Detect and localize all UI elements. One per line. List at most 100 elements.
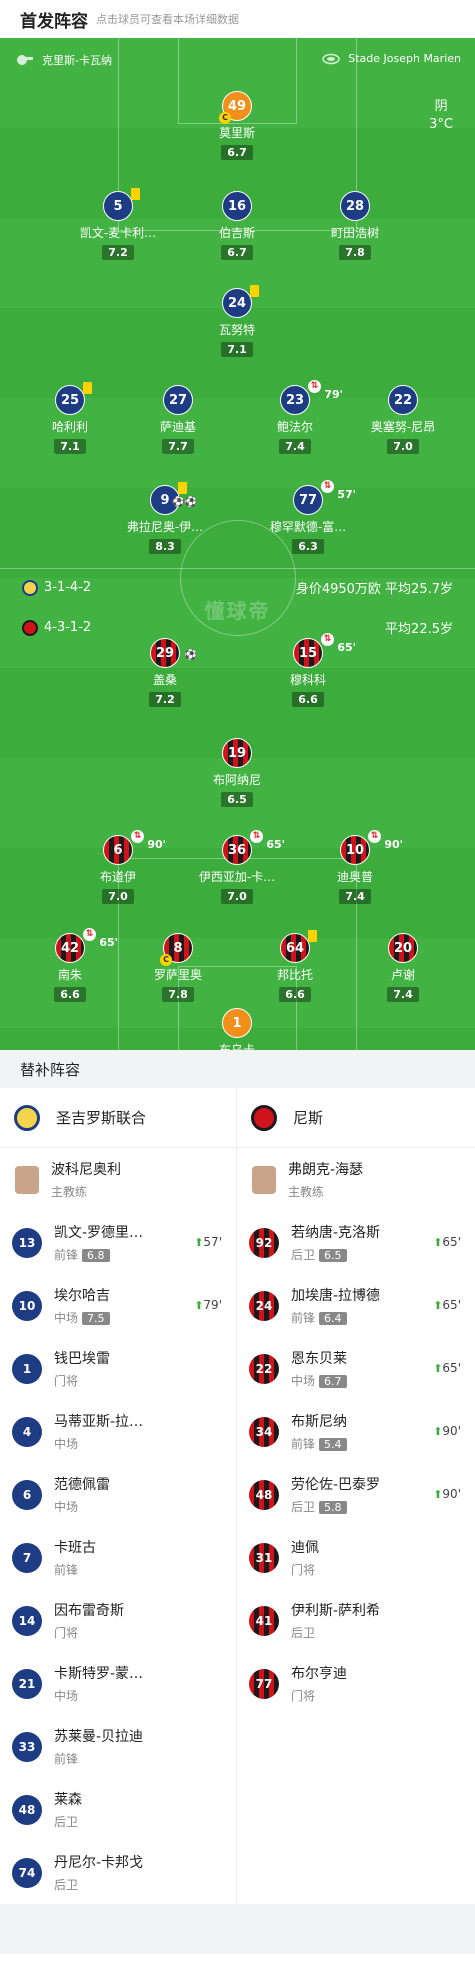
- player-home-28[interactable]: 28 町田浩树 7.8: [300, 191, 410, 260]
- player-rating: 7.1: [54, 439, 86, 454]
- sub-player-info: 布尔亨迪 门将: [291, 1663, 463, 1704]
- player-away-6[interactable]: 6 ⇅ 90' 布道伊 7.0: [63, 830, 173, 904]
- away-subs-team-row[interactable]: 尼斯: [237, 1088, 475, 1148]
- sub-player-row[interactable]: 77 布尔亨迪 门将: [237, 1652, 475, 1715]
- player-number: 29: [155, 646, 175, 661]
- player-home-24[interactable]: 24 瓦努特 7.1: [182, 285, 292, 357]
- sub-in-minute: ⬆65': [433, 1361, 461, 1375]
- yellow-card-icon: [131, 188, 140, 200]
- sub-in-minute: ⬆79': [194, 1298, 222, 1312]
- player-home-23[interactable]: 23 ⇅ 79' 鲍法尔 7.4: [240, 380, 350, 454]
- sub-number-badge: 34: [249, 1416, 279, 1447]
- sub-player-row[interactable]: 6 范德佩雷 中场: [0, 1463, 236, 1526]
- sub-player-row[interactable]: 74 丹尼尔-卡邦戈 后卫: [0, 1841, 236, 1904]
- player-name: 布乌卡: [218, 1043, 255, 1050]
- player-rating: 6.7: [221, 245, 253, 260]
- sub-player-row[interactable]: 34 布斯尼纳 前锋 5.4 ⬆90': [237, 1400, 475, 1463]
- sub-player-row[interactable]: 41 伊利斯-萨利希 后卫: [237, 1589, 475, 1652]
- player-away-42[interactable]: 42 ⇅ 65' 南朱 6.6: [15, 928, 125, 1002]
- sub-player-position: 中场: [54, 1437, 79, 1451]
- away-coach-name: 弗朗克-海瑟: [288, 1162, 364, 1178]
- player-number: 23: [285, 393, 305, 408]
- player-number-badge: 1: [222, 1008, 252, 1038]
- player-home-9[interactable]: 9 ⚽⚽ 弗拉尼奥-伊… 8.3: [110, 482, 220, 554]
- sub-player-row[interactable]: 48 劳伦佐-巴泰罗 后卫 5.8 ⬆90': [237, 1463, 475, 1526]
- sub-player-row[interactable]: 31 迪佩 门将: [237, 1526, 475, 1589]
- yellow-card-icon: [83, 382, 92, 394]
- sub-player-position-line: 后卫: [54, 1813, 224, 1830]
- player-number-badge: 9 ⚽⚽: [150, 482, 197, 515]
- sub-player-row[interactable]: 4 马蒂亚斯-拉… 中场: [0, 1400, 236, 1463]
- sub-player-name: 丹尼尔-卡邦戈: [54, 1855, 144, 1871]
- sub-player-row[interactable]: 21 卡斯特罗-蒙… 中场: [0, 1652, 236, 1715]
- player-away-19[interactable]: 19 布阿纳尼 6.5: [182, 738, 292, 807]
- player-number: 24: [227, 296, 247, 311]
- home-subs-team-row[interactable]: 圣吉罗斯联合: [0, 1088, 236, 1148]
- sub-in-minute-value: 79': [203, 1298, 222, 1312]
- sub-number-badge: 4: [12, 1416, 42, 1447]
- player-number-badge: 5: [103, 188, 140, 221]
- home-formation: 3-1-4-2: [44, 580, 92, 595]
- player-away-15[interactable]: 15 ⇅ 65' 穆科科 6.6: [253, 633, 363, 707]
- player-rating-value: 8.3: [155, 540, 175, 553]
- sub-number-badge: 24: [249, 1290, 279, 1321]
- sub-player-row[interactable]: 48 莱森 后卫: [0, 1778, 236, 1841]
- player-away-10[interactable]: 10 ⇅ 90' 迪奥普 7.4: [300, 830, 410, 904]
- sub-player-row[interactable]: 14 因布雷奇斯 门将: [0, 1589, 236, 1652]
- sub-player-row[interactable]: 24 加埃唐-拉博德 前锋 6.4 ⬆65': [237, 1274, 475, 1337]
- player-rating-value: 7.0: [393, 440, 413, 453]
- sub-player-row[interactable]: 10 埃尔哈吉 中场 7.5 ⬆79': [0, 1274, 236, 1337]
- sub-player-name: 范德佩雷: [54, 1477, 110, 1493]
- player-home-27[interactable]: 27 萨迪基 7.7: [123, 385, 233, 454]
- yellow-card-icon: [250, 285, 259, 297]
- captain-icon: C: [160, 954, 172, 966]
- sub-player-row[interactable]: 13 凯文-罗德里… 前锋 6.8 ⬆57': [0, 1211, 236, 1274]
- player-home-25[interactable]: 25 哈利利 7.1: [15, 382, 125, 454]
- sub-player-position: 门将: [54, 1374, 79, 1388]
- sub-player-row[interactable]: 1 钱巴埃雷 门将: [0, 1337, 236, 1400]
- player-away-29[interactable]: 29 ⚽ 盖桑 7.2: [110, 638, 220, 707]
- player-rating-value: 7.8: [345, 246, 365, 259]
- captain-icon: C: [219, 112, 231, 124]
- home-team-logo-icon: [22, 579, 38, 596]
- away-team-bar: 4-3-1-2 平均22.5岁: [0, 618, 475, 637]
- player-name: 盖桑: [152, 673, 177, 687]
- player-name: 迪奥普: [336, 870, 373, 884]
- player-away-64[interactable]: 64 邦比托 6.6: [240, 930, 350, 1002]
- sub-player-position: 中场: [54, 1311, 79, 1325]
- player-home-49[interactable]: 49 C 莫里斯 6.7: [182, 91, 292, 160]
- sub-player-row[interactable]: 7 卡班古 前锋: [0, 1526, 236, 1589]
- home-coach-row[interactable]: 波科尼奥利 主教练: [0, 1148, 236, 1211]
- sub-player-row[interactable]: 22 恩东贝莱 中场 6.7 ⬆65': [237, 1337, 475, 1400]
- player-rating-value: 7.2: [155, 693, 175, 706]
- player-home-16[interactable]: 16 伯吉斯 6.7: [182, 191, 292, 260]
- sub-player-rating: 5.4: [319, 1438, 347, 1451]
- player-number-badge: 77 ⇅ 57': [293, 480, 356, 515]
- substitution-minute: 57': [337, 488, 356, 501]
- player-away-20[interactable]: 20 卢谢 7.4: [348, 933, 458, 1002]
- away-formation: 4-3-1-2: [44, 620, 92, 635]
- referee-name: 克里斯-卡瓦纳: [42, 54, 112, 67]
- player-home-22[interactable]: 22 奥塞努-尼昂 7.0: [348, 385, 458, 454]
- sub-player-row[interactable]: 92 若纳唐-克洛斯 后卫 6.5 ⬆65': [237, 1211, 475, 1274]
- player-away-8[interactable]: 8 C 罗萨里奥 7.8: [123, 933, 233, 1002]
- player-away-36[interactable]: 36 ⇅ 65' 伊西亚加-卡… 7.0: [182, 830, 292, 904]
- sub-in-minute: ⬆90': [433, 1424, 461, 1438]
- player-name: 穆科科: [289, 673, 326, 687]
- player-number-badge: 36 ⇅ 65': [222, 830, 285, 865]
- away-coach-row[interactable]: 弗朗克-海瑟 主教练: [237, 1148, 475, 1211]
- sub-player-position-line: 门将: [54, 1372, 224, 1389]
- player-name: 邦比托: [276, 968, 313, 982]
- home-subs-team-name: 圣吉罗斯联合: [56, 1109, 147, 1127]
- sub-in-minute: ⬆90': [433, 1487, 461, 1501]
- player-home-5[interactable]: 5 凯文-麦卡利… 7.2: [63, 188, 173, 260]
- sub-player-row[interactable]: 33 苏莱曼-贝拉迪 前锋: [0, 1715, 236, 1778]
- player-rating-value: 6.7: [227, 246, 247, 259]
- goal-icon: ⚽: [184, 650, 197, 661]
- sub-player-name: 卡斯特罗-蒙…: [54, 1666, 144, 1682]
- player-rating: 6.7: [221, 145, 253, 160]
- player-away-1[interactable]: 1布乌卡★8.6: [182, 1008, 292, 1050]
- sub-player-position-line: 门将: [54, 1624, 224, 1641]
- player-home-77[interactable]: 77 ⇅ 57' 穆罕默德-富… 6.3: [253, 480, 363, 554]
- player-number: 10: [345, 843, 365, 858]
